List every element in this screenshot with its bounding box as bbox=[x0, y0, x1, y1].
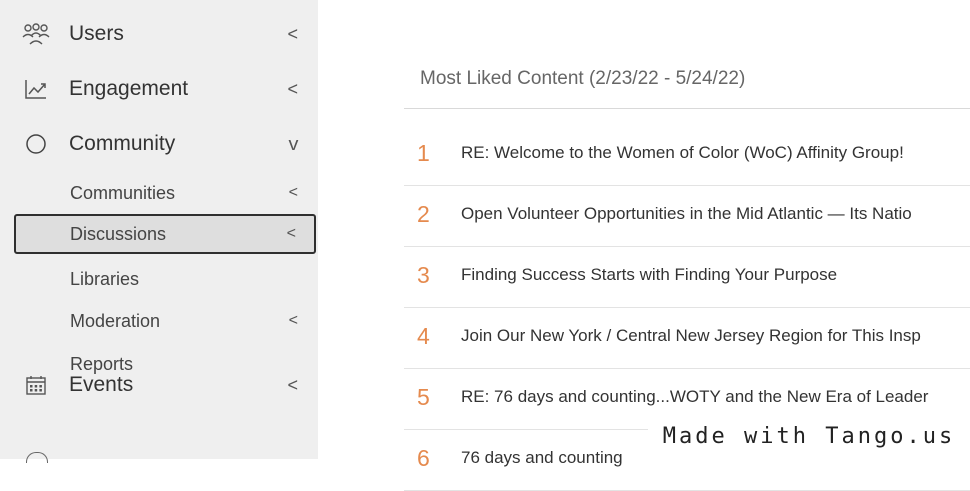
chevron-down-icon: v bbox=[288, 133, 299, 154]
panel-title: Most Liked Content (2/23/22 - 5/24/22) bbox=[420, 68, 746, 89]
chevron-left-icon: < bbox=[288, 312, 298, 329]
content-title[interactable]: Finding Success Starts with Finding Your… bbox=[461, 265, 837, 285]
sidebar-item-engagement[interactable]: Engagement < bbox=[0, 67, 318, 111]
content-title[interactable]: Open Volunteer Opportunities in the Mid … bbox=[461, 204, 912, 224]
rank-number: 4 bbox=[417, 323, 430, 349]
chevron-left-icon: < bbox=[288, 184, 298, 201]
sidebar-subitem-label: Moderation bbox=[70, 310, 161, 331]
partial-icon bbox=[26, 452, 48, 463]
sidebar-item-label: Community bbox=[69, 132, 176, 155]
content-title[interactable]: RE: Welcome to the Women of Color (WoC) … bbox=[461, 143, 904, 163]
chevron-left-icon: < bbox=[287, 78, 298, 99]
calendar-icon bbox=[22, 371, 50, 399]
sidebar-item-users[interactable]: Users < bbox=[0, 12, 318, 56]
chart-trend-icon bbox=[22, 75, 50, 103]
content-title[interactable]: RE: 76 days and counting...WOTY and the … bbox=[461, 387, 928, 407]
divider bbox=[404, 108, 970, 109]
sidebar-subitem-moderation[interactable]: Moderation < bbox=[14, 301, 316, 341]
rank-number: 3 bbox=[417, 262, 430, 288]
sidebar: Users < Engagement < Community v Communi… bbox=[0, 0, 318, 463]
sidebar-subitem-discussions[interactable]: Discussions < bbox=[14, 214, 316, 254]
sidebar-subitem-label: Discussions bbox=[70, 223, 167, 244]
chevron-left-icon: < bbox=[287, 374, 298, 395]
rank-number: 1 bbox=[417, 140, 430, 166]
sidebar-item-label: Users bbox=[69, 22, 124, 45]
users-icon bbox=[22, 20, 50, 48]
sidebar-subitem-label: Libraries bbox=[70, 268, 140, 289]
chevron-left-icon: < bbox=[286, 225, 296, 242]
main-panel: Most Liked Content (2/23/22 - 5/24/22) 1… bbox=[318, 0, 970, 491]
list-item[interactable]: 2 Open Volunteer Opportunities in the Mi… bbox=[404, 185, 970, 247]
sidebar-item-label: Engagement bbox=[69, 77, 189, 100]
list-item[interactable]: 3 Finding Success Starts with Finding Yo… bbox=[404, 246, 970, 308]
sidebar-subitem-label: Communities bbox=[70, 182, 176, 203]
sidebar-item-events[interactable]: Events < bbox=[0, 363, 318, 407]
sidebar-subitem-communities[interactable]: Communities < bbox=[14, 173, 316, 213]
watermark: Made with Tango.us bbox=[648, 414, 970, 459]
content-title[interactable]: Join Our New York / Central New Jersey R… bbox=[461, 326, 921, 346]
sidebar-item-label: Events bbox=[69, 373, 134, 396]
content-title[interactable]: 76 days and counting bbox=[461, 448, 623, 468]
rank-number: 2 bbox=[417, 201, 430, 227]
list-item[interactable]: 1 RE: Welcome to the Women of Color (WoC… bbox=[404, 124, 970, 186]
rank-number: 5 bbox=[417, 384, 430, 410]
sidebar-subitem-libraries[interactable]: Libraries bbox=[14, 259, 316, 299]
chevron-left-icon: < bbox=[287, 23, 298, 44]
list-item[interactable]: 4 Join Our New York / Central New Jersey… bbox=[404, 307, 970, 369]
circle-icon bbox=[22, 130, 50, 158]
sidebar-item-community[interactable]: Community v bbox=[0, 122, 318, 166]
